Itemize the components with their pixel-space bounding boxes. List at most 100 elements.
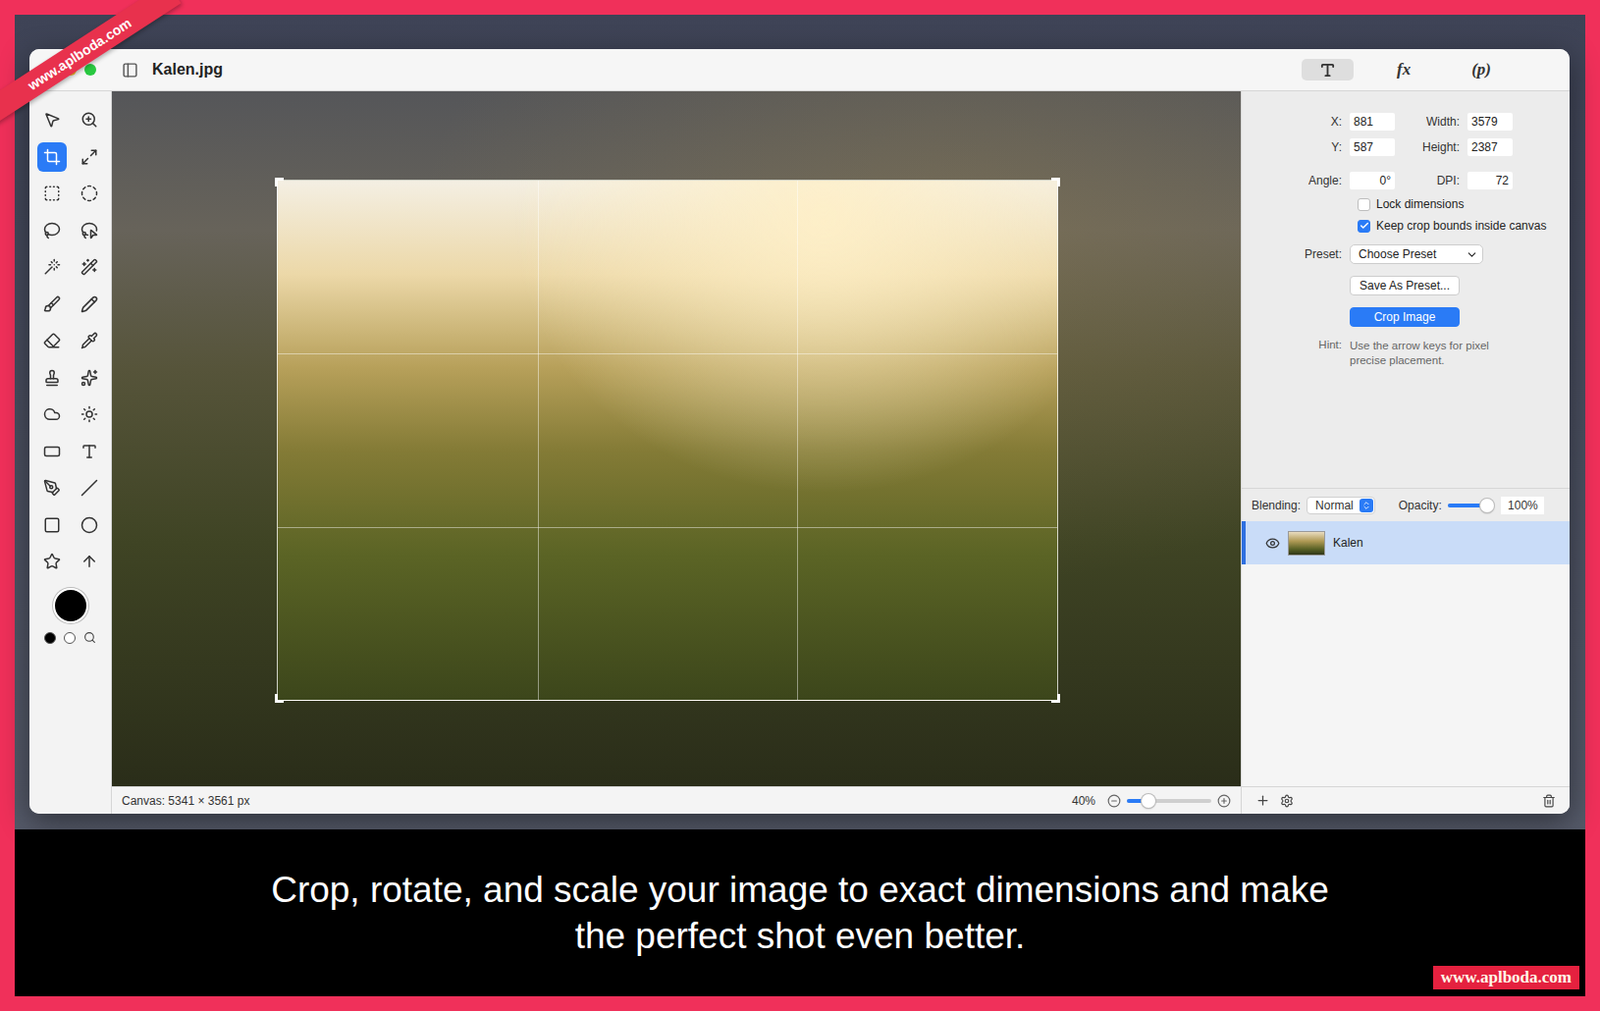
- blending-select[interactable]: Normal: [1306, 496, 1376, 515]
- window-body: Canvas: 5341 × 3561 px40%X:881Width:3579…: [29, 91, 1570, 814]
- tool-button[interactable]: [74, 510, 105, 540]
- tool-button[interactable]: [74, 215, 105, 246]
- preset-row: Preset:Choose Preset: [1251, 244, 1570, 265]
- option-row[interactable]: Lock dimensions: [1251, 197, 1570, 212]
- tool-button[interactable]: [74, 363, 105, 393]
- app-window: Kalen.jpg fx (p) Canvas: 5341 × 3561 px40%X…: [29, 49, 1570, 814]
- tool-button[interactable]: [37, 399, 67, 429]
- option-row[interactable]: Keep crop bounds inside canvas: [1251, 218, 1570, 233]
- circle-shape-icon: [80, 516, 99, 534]
- crop-handle[interactable]: [1051, 693, 1061, 703]
- save-preset-button[interactable]: Save As Preset...: [1349, 275, 1460, 296]
- crop-handle[interactable]: [274, 693, 284, 703]
- tool-button[interactable]: [37, 325, 67, 356]
- visibility-toggle[interactable]: [1265, 535, 1280, 551]
- tool-button[interactable]: [74, 546, 105, 577]
- color-picker-icon[interactable]: [83, 631, 97, 644]
- eraser-icon: [43, 331, 61, 350]
- tool-button[interactable]: [37, 436, 67, 467]
- arrow-shape-icon: [80, 552, 99, 571]
- crop-rectangle[interactable]: [276, 179, 1059, 701]
- tool-button[interactable]: [74, 252, 105, 282]
- layer-thumbnail: [1287, 531, 1326, 556]
- tool-button[interactable]: [37, 178, 67, 209]
- color-well[interactable]: [53, 587, 89, 624]
- sidebar-toggle[interactable]: [121, 61, 139, 79]
- field-input[interactable]: 587: [1349, 138, 1395, 157]
- inspector-tab[interactable]: [1301, 58, 1354, 81]
- zoom-control: [1107, 794, 1231, 808]
- field-input[interactable]: 2387: [1467, 138, 1513, 157]
- line-tool-icon: [80, 479, 99, 497]
- crop-tool-icon: [43, 148, 61, 166]
- default-colors-swatch[interactable]: [44, 632, 56, 644]
- field-label: Y:: [1251, 140, 1342, 155]
- field-input[interactable]: 72: [1467, 171, 1513, 190]
- tool-button[interactable]: [74, 105, 105, 135]
- field-row: Angle:0°DPI:72: [1251, 171, 1570, 190]
- slider-knob[interactable]: [1480, 498, 1494, 513]
- trash-icon[interactable]: [1542, 794, 1556, 808]
- tool-button[interactable]: [37, 289, 67, 320]
- slider-knob[interactable]: [1141, 794, 1156, 808]
- hint-row: Hint:Use the arrow keys for pixel precis…: [1251, 338, 1570, 369]
- tool-button[interactable]: [74, 325, 105, 356]
- caption-band: Crop, rotate, and scale your image to ex…: [14, 829, 1586, 997]
- canvas-photo[interactable]: [111, 91, 1241, 787]
- updown-icon: [1361, 500, 1372, 511]
- option-label: Keep crop bounds inside canvas: [1376, 218, 1547, 233]
- chevron-down-icon: [1465, 248, 1479, 262]
- ellipse-select-icon: [80, 184, 99, 203]
- tool-button[interactable]: [74, 142, 105, 172]
- stepper: [1359, 498, 1374, 513]
- field-label: DPI:: [1402, 173, 1460, 188]
- zoom-slider[interactable]: [1126, 799, 1212, 803]
- status-bar: Canvas: 5341 × 3561 px40%: [111, 786, 1241, 814]
- field-input[interactable]: 3579: [1467, 112, 1513, 131]
- zoom-button[interactable]: [84, 63, 97, 76]
- magic-wand-icon: [43, 258, 61, 276]
- tool-button[interactable]: [37, 546, 67, 577]
- zoom-in-icon[interactable]: [1217, 794, 1231, 808]
- gradient-icon: [43, 442, 61, 461]
- inspector-tab[interactable]: (p): [1453, 57, 1509, 82]
- opacity-value[interactable]: 100%: [1500, 496, 1545, 515]
- layer-row[interactable]: Kalen: [1241, 521, 1570, 565]
- opacity-label: Opacity:: [1398, 498, 1442, 513]
- tool-button[interactable]: [37, 510, 67, 540]
- crop-handle[interactable]: [274, 177, 284, 187]
- window-title: Kalen.jpg: [152, 60, 223, 79]
- star-shape-icon: [43, 552, 61, 571]
- inspector-tab[interactable]: fx: [1379, 57, 1429, 82]
- field-input[interactable]: 0°: [1349, 171, 1395, 190]
- field-input[interactable]: 881: [1349, 112, 1395, 131]
- crop-handle[interactable]: [1051, 177, 1061, 187]
- gear-icon[interactable]: [1280, 794, 1294, 808]
- tool-button[interactable]: [37, 142, 67, 172]
- tool-button[interactable]: [74, 436, 105, 467]
- tool-button[interactable]: [74, 178, 105, 209]
- checkbox[interactable]: [1357, 198, 1371, 212]
- crop-button[interactable]: Crop Image: [1349, 307, 1460, 327]
- tool-button[interactable]: [37, 252, 67, 282]
- tool-button[interactable]: [37, 473, 67, 503]
- add-layer-icon[interactable]: [1255, 793, 1271, 808]
- tool-button[interactable]: [74, 399, 105, 429]
- text-style-icon: [1319, 61, 1336, 79]
- rect-shape-icon: [43, 516, 61, 534]
- tool-button[interactable]: [37, 105, 67, 135]
- hint-label: Hint:: [1251, 338, 1342, 351]
- title-left: Kalen.jpg: [29, 60, 1241, 79]
- tool-button[interactable]: [74, 473, 105, 503]
- layer-footer: [1241, 786, 1570, 814]
- layer-name: Kalen: [1333, 535, 1364, 550]
- checkbox[interactable]: [1357, 219, 1371, 233]
- zoom-out-icon[interactable]: [1107, 794, 1121, 808]
- background-swatch[interactable]: [63, 632, 76, 644]
- tool-button[interactable]: [37, 363, 67, 393]
- tool-button[interactable]: [74, 289, 105, 320]
- tool-button[interactable]: [37, 215, 67, 246]
- opacity-slider[interactable]: [1447, 503, 1488, 508]
- preset-dropdown[interactable]: Choose Preset: [1349, 244, 1484, 265]
- caption: Crop, rotate, and scale your image to ex…: [245, 866, 1355, 960]
